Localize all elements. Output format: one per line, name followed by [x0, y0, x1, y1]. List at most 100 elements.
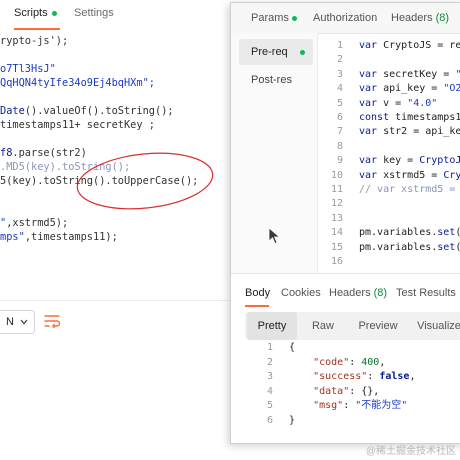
code-token: "4.0" [407, 97, 438, 109]
code-line: o7Tl3HsJ" [0, 62, 56, 76]
line-number: 6 [336, 112, 343, 123]
code-token: "data" [313, 385, 350, 397]
prereq-script-editor[interactable]: 1 var CryptoJS = rec 2 3 var secretKey = "u 4… [317, 33, 460, 273]
editor-line: 4 var api_key = "O2E [317, 82, 460, 96]
tab-test-results[interactable]: Test Results [396, 287, 456, 299]
code-token: "u [455, 69, 460, 80]
editor-line: 9 var key = CryptoJS [317, 154, 460, 168]
tab-settings[interactable]: Settings [74, 7, 114, 19]
code-token: set [437, 227, 456, 239]
code-token: : [343, 400, 356, 411]
line-number: 5 [336, 97, 343, 109]
response-line: 6} [231, 414, 295, 429]
background-tab-bar: Scripts Settings [0, 0, 232, 30]
line-number: 14 [330, 227, 343, 239]
view-visualize-button[interactable]: Visualize [411, 312, 460, 340]
code-token: 400 [361, 356, 380, 368]
line-number: 9 [336, 155, 343, 167]
tab-scripts-label: Scripts [14, 7, 48, 19]
editor-line: 10 var xstrmd5 = Cryp [317, 169, 460, 183]
line-number: 1 [336, 40, 343, 51]
tab-response-cookies[interactable]: Cookies [281, 287, 321, 299]
code-token: .parse(str2) [12, 147, 87, 159]
code-token: , [379, 356, 386, 368]
mouse-cursor-icon [268, 227, 281, 245]
code-token: key = [383, 155, 420, 167]
line-number: 3 [266, 371, 273, 382]
chevron-down-icon [20, 319, 28, 325]
code-token: : [367, 371, 380, 382]
active-response-tab-underline [245, 305, 269, 307]
code-token: "success" [313, 371, 368, 382]
code-line: Date().valueOf().toString(); [0, 104, 174, 118]
view-pretty-button[interactable]: Pretty [247, 312, 297, 340]
code-token: false [379, 371, 410, 382]
code-token: } [289, 414, 296, 426]
tab-scripts[interactable]: Scripts [14, 7, 57, 19]
sidebar-item-prereq[interactable]: Pre-req [239, 39, 313, 65]
language-select[interactable]: N [0, 310, 35, 334]
editor-line: 5 var v = "4.0" [317, 97, 437, 111]
line-number: 2 [266, 356, 273, 368]
prereq-status-dot-icon [300, 50, 305, 55]
editor-line: 13 [317, 212, 359, 226]
sidebar-item-postres[interactable]: Post-res [239, 67, 313, 93]
code-token: "code" [313, 356, 350, 368]
active-tab-underline [14, 28, 60, 30]
code-token: const [359, 112, 396, 123]
line-number: 16 [330, 256, 343, 267]
code-token: xstrmd5 = [383, 169, 444, 181]
code-line: QqHQN4tyIfe34o9Ej4bqHXm"; [0, 76, 155, 90]
code-token: : {}, [349, 385, 380, 397]
line-number: 6 [266, 414, 273, 426]
code-token: o7Tl3HsJ" [0, 63, 56, 75]
code-line: ",xstrmd5); [0, 216, 68, 230]
view-raw-button[interactable]: Raw [301, 312, 345, 340]
code-token: ().valueOf().toString(); [24, 105, 174, 117]
response-headers-count-badge: (8) [373, 287, 388, 299]
tab-response-body[interactable]: Body [245, 287, 270, 299]
headers-count-badge: (8) [435, 12, 450, 24]
code-token: .MD5(key).toString(); [0, 161, 131, 173]
request-popup-window: Params Authorization Headers (8) Pre-req… [230, 2, 460, 444]
request-tab-bar: Params Authorization Headers (8) [231, 3, 460, 34]
editor-line: 2 [317, 53, 359, 67]
code-token: ,timestamps11); [24, 231, 118, 243]
code-line: timestamps11+ secretKey ; [0, 118, 155, 132]
code-token: var [359, 40, 384, 51]
code-token: var [359, 169, 384, 181]
code-token: "msg" [313, 400, 344, 411]
view-preview-button[interactable]: Preview [349, 312, 407, 340]
code-token: v = [383, 97, 408, 109]
tab-response-headers-label: Headers [329, 287, 371, 299]
tab-headers[interactable]: Headers (8) [391, 12, 449, 24]
response-view-mode-bar: Pretty Raw Preview Visualize [245, 312, 460, 340]
editor-line: 1 var CryptoJS = rec [317, 39, 460, 53]
code-line: mps",timestamps11); [0, 230, 118, 244]
tab-headers-label: Headers [391, 12, 433, 24]
editor-line: 6 const timestamps11 [317, 111, 460, 125]
code-token: Date [0, 105, 25, 117]
tab-params[interactable]: Params [251, 12, 297, 24]
response-line: 1{ [231, 341, 295, 356]
code-token: Cryp [443, 169, 460, 181]
code-token: // var xstrmd5 = C [359, 184, 460, 195]
code-token: (' [455, 227, 460, 238]
wrap-lines-icon[interactable] [42, 311, 62, 331]
code-line: f8.parse(str2) [0, 146, 87, 160]
code-token: var [359, 126, 384, 138]
editor-line: 11 // var xstrmd5 = C [317, 183, 460, 197]
line-number: 2 [336, 54, 343, 66]
editor-line: 12 [317, 197, 359, 211]
editor-line: 3 var secretKey = "u [317, 68, 460, 82]
tab-authorization[interactable]: Authorization [313, 12, 377, 24]
code-token: { [289, 342, 296, 353]
tab-response-headers[interactable]: Headers (8) [329, 287, 387, 299]
line-number: 8 [336, 140, 343, 152]
code-token: QqHQN4tyIfe34o9Ej4bqHXm"; [0, 77, 155, 89]
line-number: 7 [336, 126, 343, 138]
